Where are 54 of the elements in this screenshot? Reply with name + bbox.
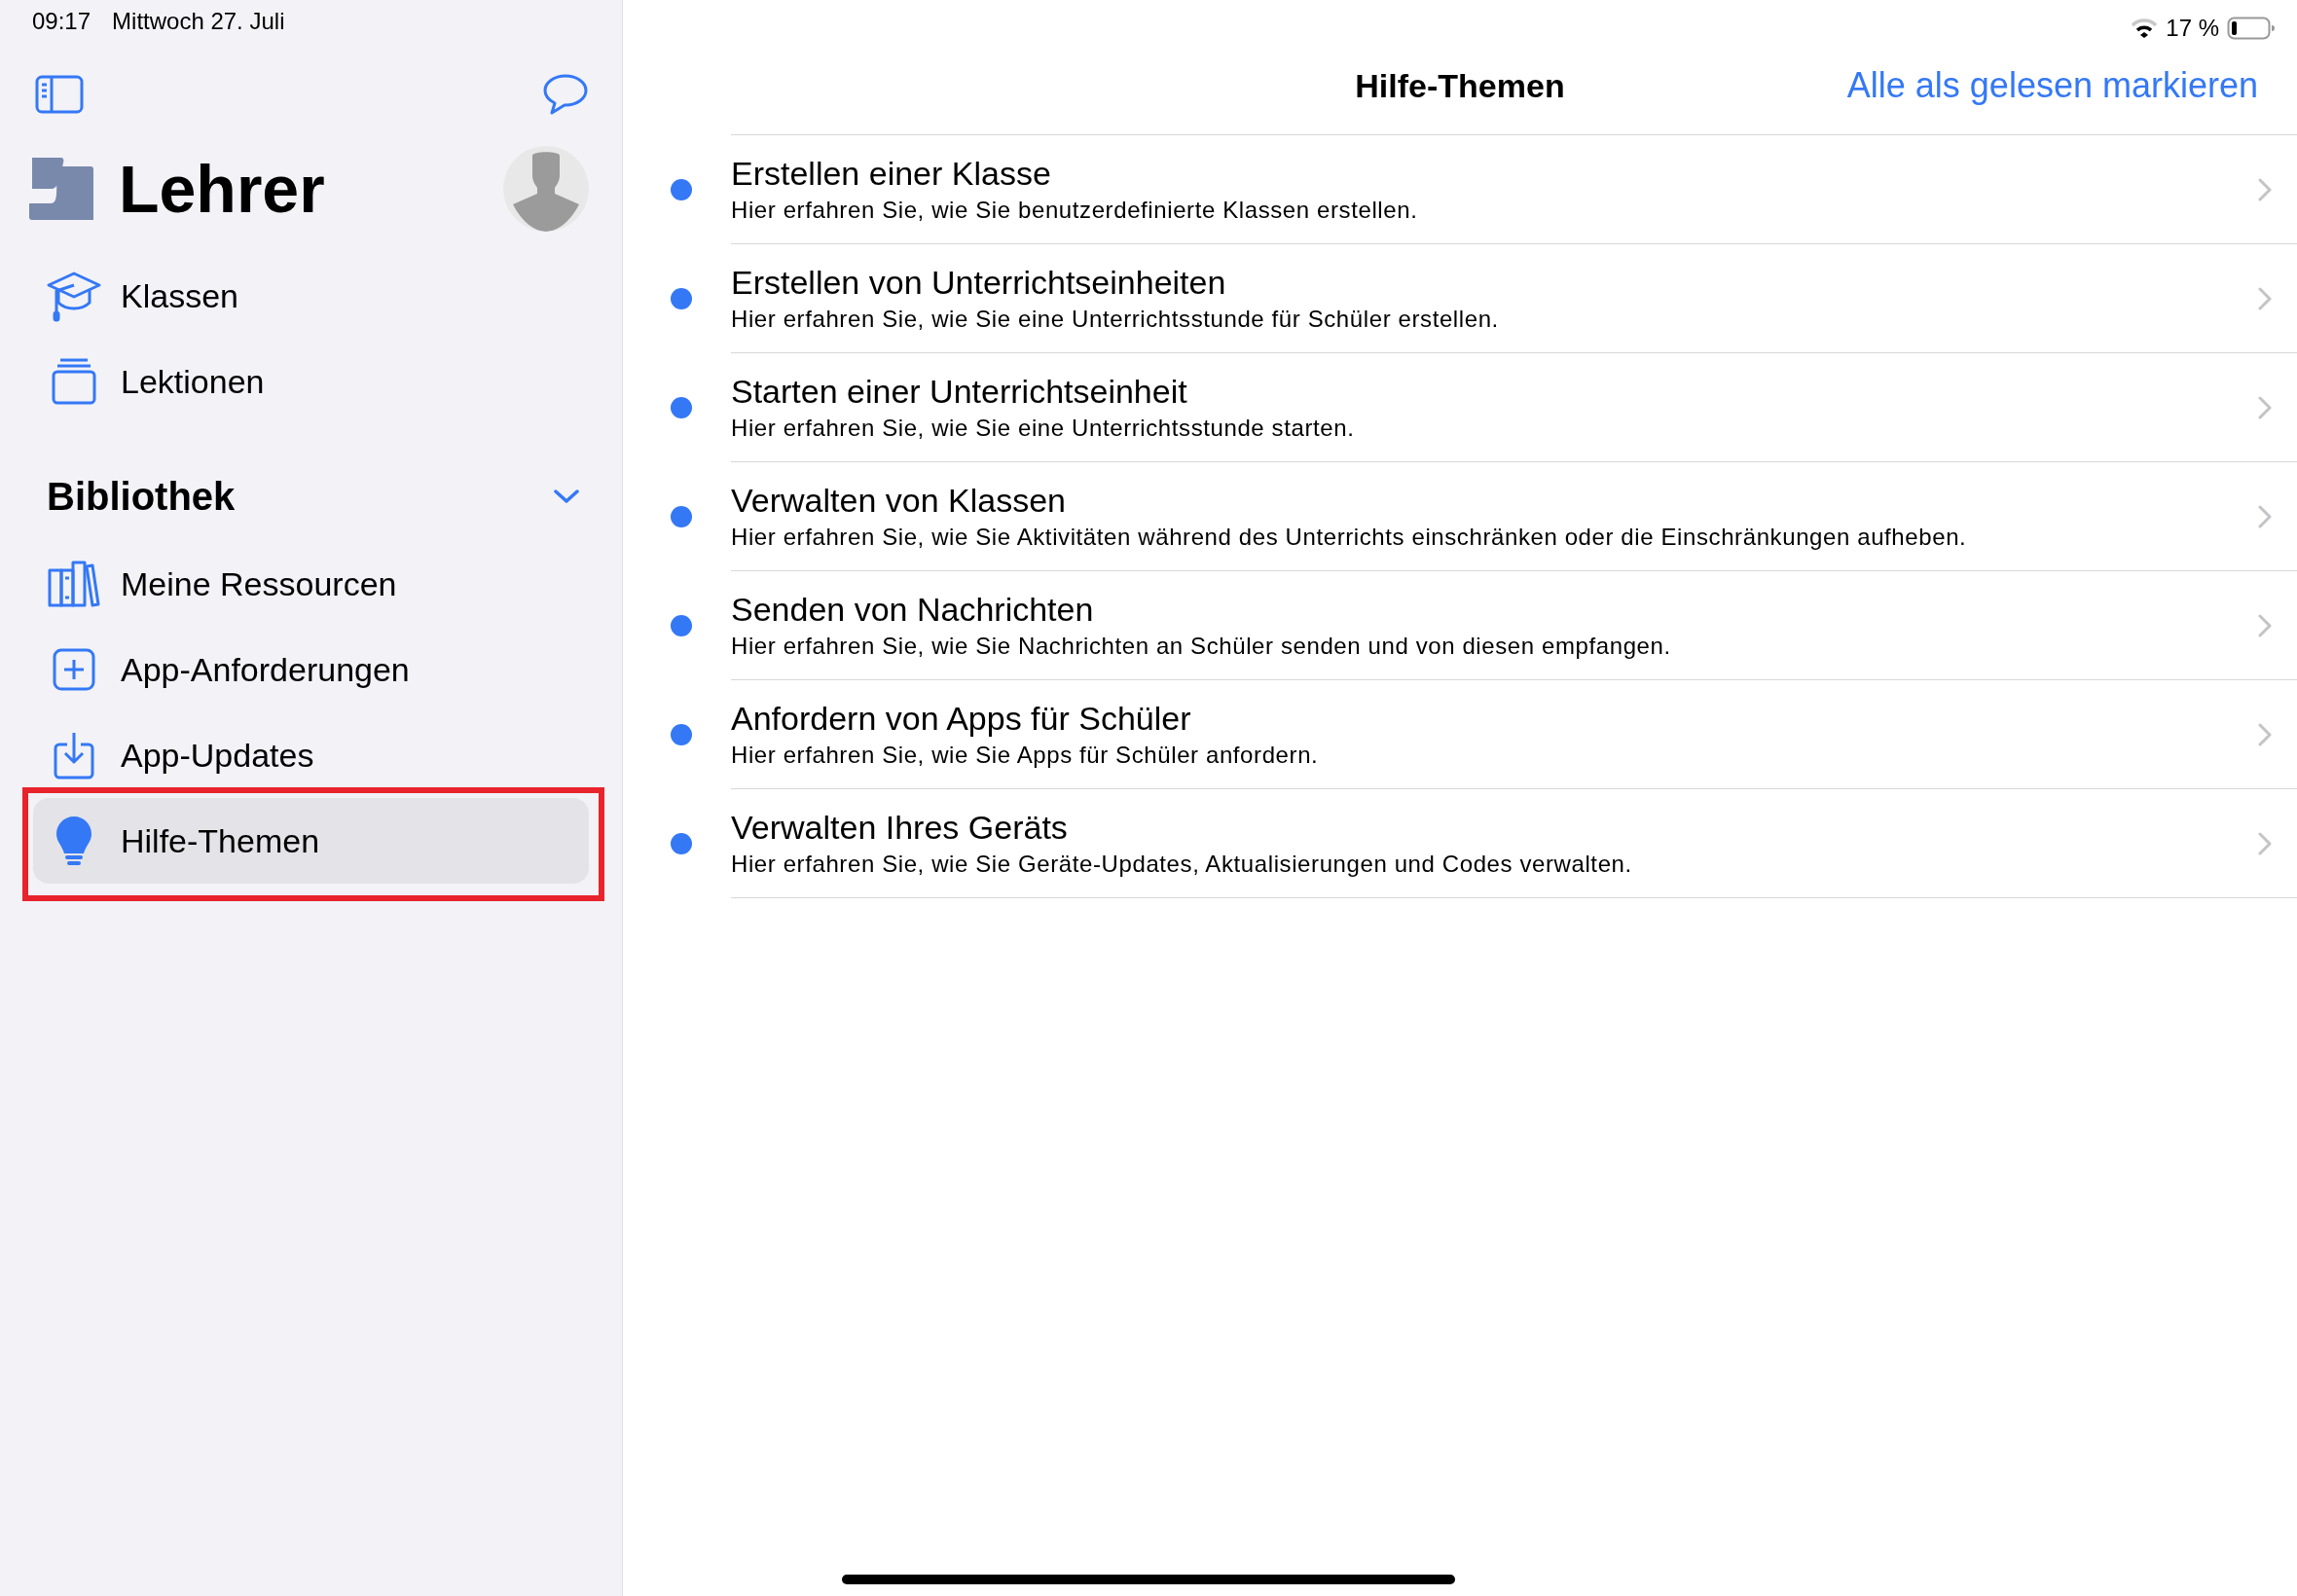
chevron-right-icon [2258, 613, 2272, 637]
graduation-cap-icon [47, 270, 101, 322]
sidebar-item[interactable]: Meine Ressourcen [33, 541, 589, 627]
topic-title: Verwalten Ihres Geräts [731, 807, 1069, 847]
plus-square-icon [53, 648, 95, 691]
download-tray-icon [54, 731, 94, 780]
help-topic-row[interactable]: Verwalten Ihres Geräts Hier erfahren Sie, wie Sie Geräte-Updates, Aktualisierungen und Codes verwalten. [731, 789, 2297, 898]
battery-icon [2227, 17, 2276, 40]
speech-bubble-icon[interactable] [542, 73, 589, 116]
mark-all-read-link[interactable]: Alle als gelesen markieren [1846, 65, 2258, 106]
chevron-right-icon [2258, 286, 2272, 310]
topic-description: Hier erfahren Sie, wie Sie benutzerdefinierte Klassen erstellen. [731, 195, 1419, 225]
help-topic-row[interactable]: Senden von Nachrichten Hier erfahren Sie, wie Sie Nachrichten an Schüler senden und von diesen empfangen. [731, 571, 2297, 680]
chevron-right-icon [2258, 504, 2272, 528]
sidebar-item[interactable]: Klassen [33, 253, 589, 339]
help-topic-row[interactable]: Verwalten von Klassen Hier erfahren Sie, wie Sie Aktivitäten während des Unterrichts einschränken oder die Einschränkungen aufheben. [731, 462, 2297, 571]
battery-percentage: 17 % [2166, 15, 2219, 42]
topic-title: Verwalten von Klassen [731, 480, 1067, 520]
help-topic-row[interactable]: Erstellen einer Klasse Hier erfahren Sie, wie Sie benutzerdefinierte Klassen erstellen. [731, 135, 2297, 244]
topic-title: Starten einer Unterrichtseinheit [731, 371, 1188, 411]
page-title: Hilfe-Themen [1355, 66, 1565, 104]
sidebar-item[interactable]: App-Anforderungen [33, 627, 589, 712]
chevron-right-icon [2258, 395, 2272, 419]
wifi-icon [2131, 18, 2159, 38]
status-date: Mittwoch 27. Juli [112, 8, 285, 36]
topic-title: Anfordern von Apps für Schüler [731, 698, 1192, 738]
sidebar-item[interactable]: App-Updates [33, 712, 589, 798]
lightbulb-icon [55, 816, 92, 866]
avatar-silhouette-icon[interactable] [503, 146, 589, 232]
help-topic-row[interactable]: Anfordern von Apps für Schüler Hier erfahren Sie, wie Sie Apps für Schüler anfordern. [731, 680, 2297, 789]
topic-title: Senden von Nachrichten [731, 589, 1095, 629]
sidebar-item[interactable]: Lektionen [33, 339, 589, 424]
sidebar-toggle-icon[interactable] [35, 75, 84, 114]
help-topic-row[interactable]: Erstellen von Unterrichtseinheiten Hier erfahren Sie, wie Sie eine Unterrichtsstunde für Schüler erstellen. [731, 244, 2297, 353]
books-icon [48, 561, 100, 607]
section-heading: Bibliothek [47, 474, 236, 519]
app-logo [29, 158, 93, 220]
status-time: 09:17 [32, 8, 91, 36]
help-topic-row[interactable]: Starten einer Unterrichtseinheit Hier erfahren Sie, wie Sie eine Unterrichtsstunde starten. [731, 353, 2297, 462]
chevron-right-icon [2258, 831, 2272, 855]
topic-description: Hier erfahren Sie, wie Sie Aktivitäten während des Unterrichts einschränken oder die Einschränkungen aufheben. [731, 522, 1968, 552]
app-title: Lehrer [119, 151, 326, 227]
stacked-cards-icon [51, 357, 97, 406]
topic-title: Erstellen einer Klasse [731, 153, 1052, 193]
topic-description: Hier erfahren Sie, wie Sie Geräte-Updates, Aktualisierungen und Codes verwalten. [731, 849, 1633, 879]
topic-title: Erstellen von Unterrichtseinheiten [731, 262, 1227, 302]
topic-description: Hier erfahren Sie, wie Sie eine Unterrichtsstunde starten. [731, 413, 1356, 443]
topic-description: Hier erfahren Sie, wie Sie eine Unterrichtsstunde für Schüler erstellen. [731, 304, 1500, 334]
topic-description: Hier erfahren Sie, wie Sie Apps für Schüler anfordern. [731, 740, 1320, 770]
chevron-right-icon [2258, 177, 2272, 201]
chevron-down-icon[interactable] [554, 489, 579, 504]
chevron-right-icon [2258, 722, 2272, 746]
topic-description: Hier erfahren Sie, wie Sie Nachrichten an Schüler senden und von diesen empfangen. [731, 631, 1672, 661]
sidebar-item[interactable]: Hilfe-Themen [33, 798, 589, 884]
